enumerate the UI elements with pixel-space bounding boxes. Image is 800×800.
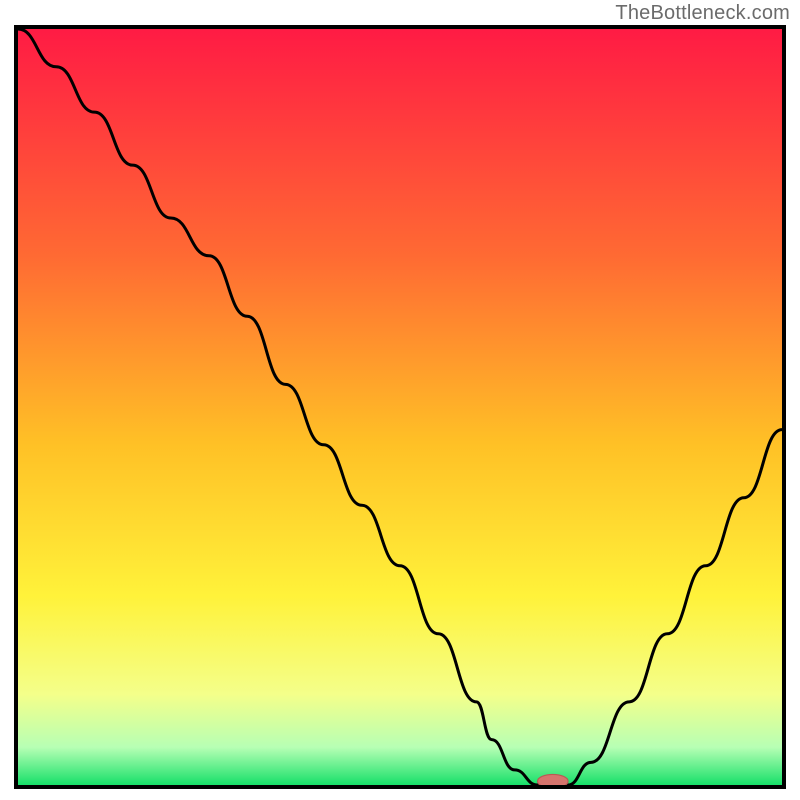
marker-dot	[538, 774, 569, 785]
gradient-background	[18, 29, 782, 785]
chart-container: TheBottleneck.com	[0, 0, 800, 800]
plot-svg	[18, 29, 782, 785]
watermark-text: TheBottleneck.com	[615, 2, 790, 25]
plot-frame	[14, 25, 786, 789]
